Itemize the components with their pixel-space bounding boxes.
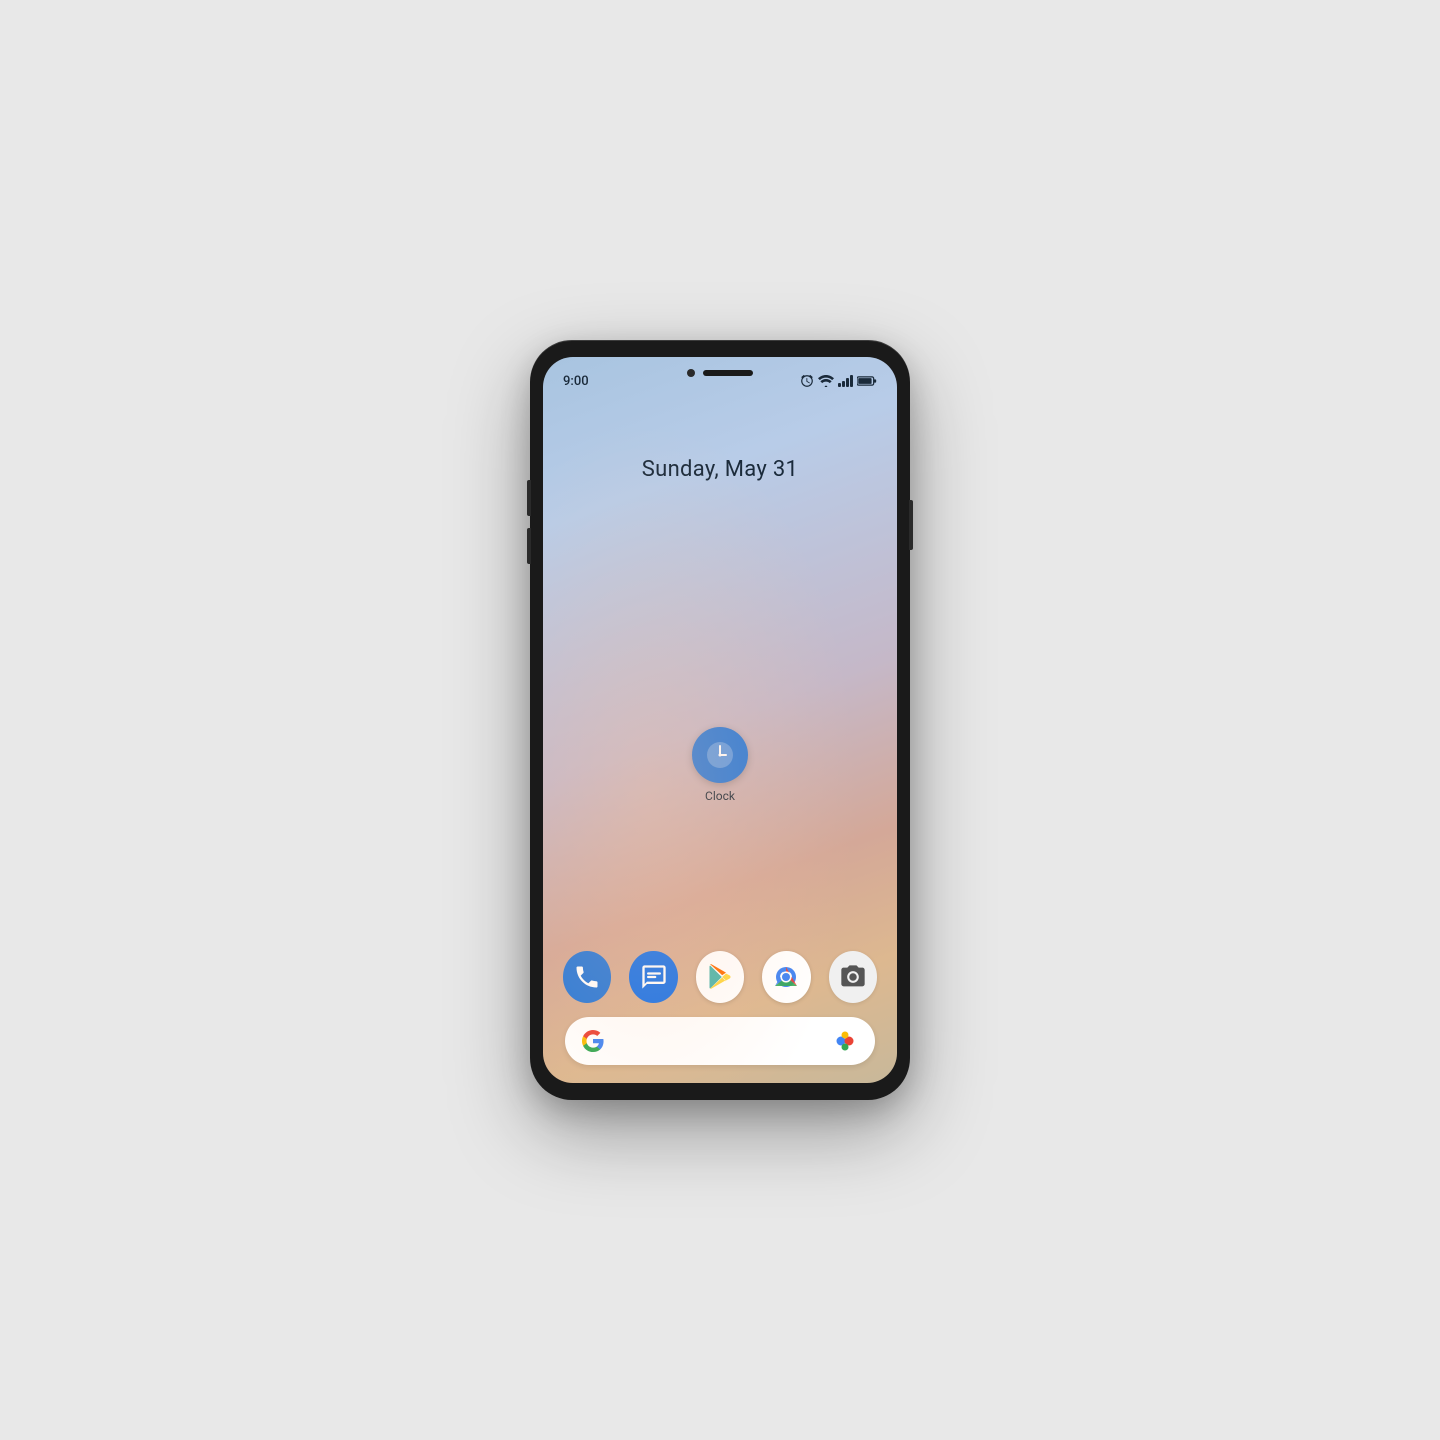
signal-bars — [838, 375, 853, 387]
google-assistant-icon[interactable] — [831, 1027, 859, 1055]
messages-app-icon — [640, 963, 668, 991]
dock-play-store-app[interactable] — [696, 951, 744, 1003]
clock-face — [703, 738, 737, 772]
play-store-icon-v2 — [706, 963, 734, 991]
status-bar: 9:00 — [543, 357, 897, 397]
google-logo — [581, 1029, 605, 1053]
chrome-app-icon — [770, 961, 802, 993]
assistant-colorful-dots — [831, 1027, 859, 1055]
date-display: Sunday, May 31 — [543, 457, 897, 482]
volume-down-button[interactable] — [527, 528, 531, 564]
phone-screen: 9:00 — [543, 357, 897, 1083]
date-text: Sunday, May 31 — [642, 457, 798, 482]
wifi-icon — [818, 375, 834, 387]
dock-chrome-app[interactable] — [762, 951, 810, 1003]
dock-camera-app[interactable] — [829, 951, 877, 1003]
clock-icon-circle — [692, 727, 748, 783]
battery-icon — [857, 375, 877, 387]
phone-app-icon — [573, 963, 601, 991]
app-dock — [543, 951, 897, 1003]
google-search-bar[interactable] — [565, 1017, 875, 1065]
volume-up-button[interactable] — [527, 480, 531, 516]
status-time: 9:00 — [563, 374, 589, 389]
alarm-icon — [800, 374, 814, 388]
dock-messages-app[interactable] — [629, 951, 677, 1003]
camera-app-icon — [839, 963, 867, 991]
status-icons — [800, 374, 877, 388]
clock-app-icon[interactable]: Clock — [692, 727, 748, 803]
dock-phone-app[interactable] — [563, 951, 611, 1003]
phone-device: 9:00 — [530, 340, 910, 1100]
clock-app-label: Clock — [705, 789, 735, 803]
